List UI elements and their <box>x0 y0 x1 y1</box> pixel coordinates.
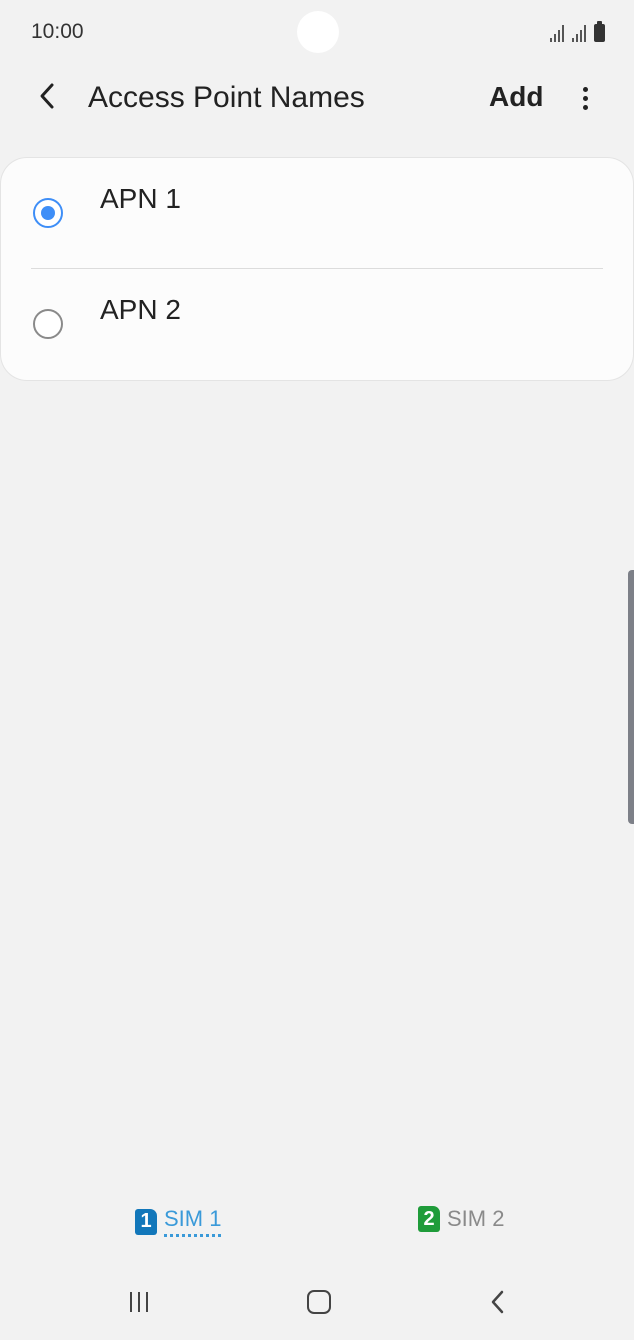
home-icon[interactable] <box>307 1290 331 1314</box>
tab-label: SIM 2 <box>447 1206 505 1231</box>
more-vertical-icon <box>582 86 588 92</box>
radio-unselected-icon[interactable] <box>33 309 63 339</box>
status-time: 10:00 <box>31 20 84 43</box>
app-bar: Access Point Names Add <box>0 64 634 132</box>
tab-sim-1[interactable]: 1 SIM 1 <box>135 1206 222 1237</box>
sim-2-icon: 2 <box>418 1206 440 1232</box>
signal-sim1-icon <box>550 24 564 42</box>
status-icons <box>550 20 605 42</box>
battery-icon <box>594 21 605 42</box>
apn-item-2[interactable]: APN 2 <box>1 269 633 379</box>
signal-sim2-icon <box>572 24 586 42</box>
radio-selected-icon[interactable] <box>33 198 63 228</box>
page-title: Access Point Names <box>88 81 365 114</box>
sim-tabs: 1 SIM 1 2 SIM 2 <box>0 1200 634 1244</box>
chevron-left-icon <box>40 83 54 109</box>
tab-label: SIM 1 <box>164 1206 222 1237</box>
add-button[interactable]: Add <box>489 81 543 113</box>
scrollbar[interactable] <box>628 570 634 824</box>
back-icon[interactable] <box>486 1288 510 1316</box>
recents-icon[interactable] <box>130 1292 148 1312</box>
camera-cutout <box>297 11 339 53</box>
apn-list: APN 1 APN 2 <box>1 158 633 380</box>
tab-sim-2[interactable]: 2 SIM 2 <box>418 1206 504 1232</box>
back-button[interactable] <box>30 78 66 114</box>
navigation-bar <box>0 1270 634 1334</box>
apn-item-1[interactable]: APN 1 <box>1 158 633 268</box>
status-bar: 10:00 <box>0 0 634 64</box>
apn-label: APN 2 <box>100 294 181 325</box>
more-options-button[interactable] <box>572 80 598 116</box>
apn-label: APN 1 <box>100 183 181 214</box>
sim-1-icon: 1 <box>135 1208 157 1235</box>
